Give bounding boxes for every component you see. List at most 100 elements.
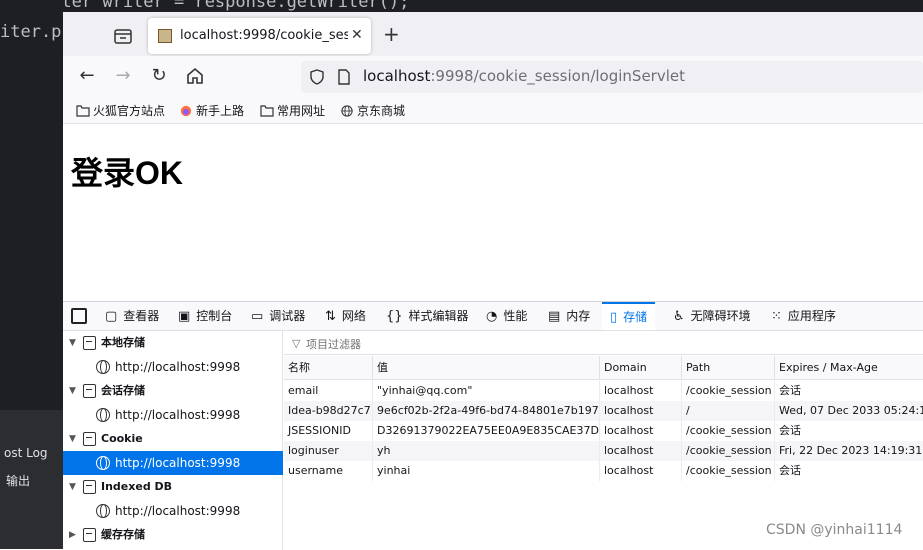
- tree-label: 会话存储: [101, 384, 145, 397]
- forward-icon[interactable]: →: [111, 64, 135, 88]
- tree-item-cookie[interactable]: ▼ Cookie: [63, 427, 283, 451]
- table-row[interactable]: JSESSIONID D32691379022EA75EE0A9E835CAE37…: [284, 421, 923, 441]
- tab-active[interactable]: localhost:9998/cookie_session ✕: [148, 18, 371, 54]
- back-icon[interactable]: ←: [75, 64, 99, 88]
- bookmark-label: 火狐官方站点: [93, 104, 166, 118]
- table-cell[interactable]: /cookie_session: [682, 461, 775, 481]
- filter-icon: ▽: [292, 337, 301, 350]
- table-cell[interactable]: Wed, 07 Dec 2033 05:24:17 GMT: [775, 401, 923, 421]
- table-cell[interactable]: /cookie_session: [682, 381, 775, 401]
- table-cell[interactable]: /cookie_session: [682, 441, 775, 461]
- tree-label: http://localhost:9998: [115, 504, 241, 518]
- ide-panel-item-log[interactable]: ost Log: [0, 440, 63, 466]
- table-cell[interactable]: username: [284, 461, 373, 481]
- tab-style-editor[interactable]: {} 样式编辑器: [386, 302, 469, 330]
- table-cell[interactable]: localhost: [600, 401, 682, 421]
- table-cell[interactable]: localhost: [600, 461, 682, 481]
- new-tab-icon[interactable]: +: [383, 22, 400, 46]
- network-icon: ⇅: [325, 309, 336, 324]
- url-text[interactable]: localhost:9998/cookie_session/loginServl…: [363, 67, 685, 85]
- tree-item-host[interactable]: http://localhost:9998: [63, 499, 283, 523]
- tab-console[interactable]: ▣ 控制台: [178, 302, 232, 330]
- bookmark-item[interactable]: 京东商城: [340, 102, 405, 120]
- table-cell[interactable]: email: [284, 381, 373, 401]
- tab-bar: localhost:9998/cookie_session ✕ +: [63, 12, 923, 56]
- tab-inspector[interactable]: ▢ 查看器: [105, 302, 159, 330]
- table-cell[interactable]: 会话: [775, 381, 923, 401]
- table-cell[interactable]: /: [682, 401, 775, 421]
- table-row[interactable]: loginuser yh localhost/cookie_session Fri, …: [284, 441, 923, 461]
- table-cell[interactable]: 会话: [775, 461, 923, 481]
- tab-memory[interactable]: ▤ 内存: [548, 302, 590, 330]
- page-info-icon[interactable]: [337, 69, 351, 85]
- globe-icon: [96, 504, 110, 518]
- table-cell[interactable]: JSESSIONID: [284, 421, 373, 441]
- element-picker-icon[interactable]: [71, 308, 87, 324]
- filter-bar[interactable]: ▽ 项目过滤器: [284, 331, 923, 355]
- chevron-down-icon[interactable]: ▼: [69, 475, 76, 499]
- table-cell[interactable]: Fri, 22 Dec 2023 14:19:31 GMT: [775, 441, 923, 461]
- table-row[interactable]: username yinhai localhost/cookie_session 会话: [284, 461, 923, 481]
- table-cell[interactable]: "yinhai@qq.com": [373, 381, 600, 401]
- tab-label: 控制台: [196, 309, 233, 323]
- tree-item-session-storage[interactable]: ▼ 会话存储: [63, 379, 283, 403]
- tab-storage[interactable]: ▯ 存储: [602, 302, 656, 330]
- table-cell[interactable]: 9e6cf02b-2f2a-49f6-bd74-84801e7b197b: [373, 401, 600, 421]
- bookmark-item[interactable]: 新手上路: [179, 102, 244, 120]
- tab-performance[interactable]: ◔ 性能: [486, 302, 527, 330]
- column-header-path[interactable]: Path: [682, 356, 775, 380]
- tab-list-icon[interactable]: [111, 24, 135, 48]
- navigation-bar: ← → ↻ localhost:9998/cookie_session/logi…: [63, 56, 923, 97]
- tab-close-icon[interactable]: ✕: [351, 27, 363, 43]
- chevron-down-icon[interactable]: ▼: [69, 331, 76, 355]
- bookmark-item[interactable]: 常用网址: [260, 102, 325, 120]
- table-row[interactable]: email "yinhai@qq.com" localhost/cookie_ses…: [284, 381, 923, 401]
- tab-label: 内存: [566, 309, 591, 323]
- table-cell[interactable]: yh: [373, 441, 600, 461]
- chevron-down-icon[interactable]: ▼: [69, 427, 76, 451]
- tree-item-host-selected[interactable]: http://localhost:9998: [63, 451, 283, 475]
- table-cell[interactable]: D32691379022EA75EE0A9E835CAE37D9: [373, 421, 600, 441]
- console-icon: ▣: [178, 309, 191, 324]
- tree-item-host[interactable]: http://localhost:9998: [63, 355, 283, 379]
- shield-icon[interactable]: [309, 69, 325, 85]
- ide-panel-item-output[interactable]: 输出: [0, 468, 63, 494]
- column-header-expires[interactable]: Expires / Max-Age: [775, 356, 923, 380]
- tab-accessibility[interactable]: ♿ 无障碍环境: [673, 302, 751, 330]
- table-cell[interactable]: Idea-b98d27c7: [284, 401, 373, 421]
- table-row[interactable]: Idea-b98d27c7 9e6cf02b-2f2a-49f6-bd74-848…: [284, 401, 923, 421]
- filter-placeholder[interactable]: 项目过滤器: [306, 336, 361, 352]
- chevron-right-icon[interactable]: ▶: [69, 523, 76, 547]
- tab-debugger[interactable]: ▭ 调试器: [251, 302, 305, 330]
- table-header: 名称 值 Domain Path Expires / Max-Age: [284, 356, 923, 380]
- tree-item-indexed-db[interactable]: ▼ Indexed DB: [63, 475, 283, 499]
- table-cell[interactable]: localhost: [600, 381, 682, 401]
- performance-icon: ◔: [486, 309, 498, 324]
- table-cell[interactable]: localhost: [600, 421, 682, 441]
- tree-item-cache-storage[interactable]: ▶ 缓存存储: [63, 523, 283, 547]
- tab-application[interactable]: ⁙ 应用程序: [771, 302, 836, 330]
- table-cell[interactable]: /cookie_session: [682, 421, 775, 441]
- storage-db-icon: [83, 480, 96, 494]
- address-bar[interactable]: localhost:9998/cookie_session/loginServl…: [301, 61, 923, 93]
- column-header-name[interactable]: 名称: [284, 356, 373, 380]
- url-host: localhost: [363, 67, 431, 85]
- globe-icon: [96, 456, 110, 470]
- home-icon[interactable]: [183, 64, 207, 88]
- reload-icon[interactable]: ↻: [147, 64, 171, 88]
- tab-network[interactable]: ⇅ 网络: [325, 302, 366, 330]
- table-cell[interactable]: 会话: [775, 421, 923, 441]
- tree-item-local-storage[interactable]: ▼ 本地存储: [63, 331, 283, 355]
- column-header-domain[interactable]: Domain: [600, 356, 682, 380]
- ide-background: iter.pr ost Log 输出: [0, 0, 63, 549]
- chevron-down-icon[interactable]: ▼: [69, 379, 76, 403]
- table-cell[interactable]: yinhai: [373, 461, 600, 481]
- table-cell[interactable]: localhost: [600, 441, 682, 461]
- column-header-value[interactable]: 值: [373, 356, 600, 380]
- tree-item-host[interactable]: http://localhost:9998: [63, 403, 283, 427]
- table-cell[interactable]: loginuser: [284, 441, 373, 461]
- tree-label: Cookie: [101, 432, 143, 445]
- inspector-icon: ▢: [105, 309, 118, 324]
- bookmark-item[interactable]: 火狐官方站点: [76, 102, 165, 120]
- bookmark-label: 京东商城: [357, 104, 406, 118]
